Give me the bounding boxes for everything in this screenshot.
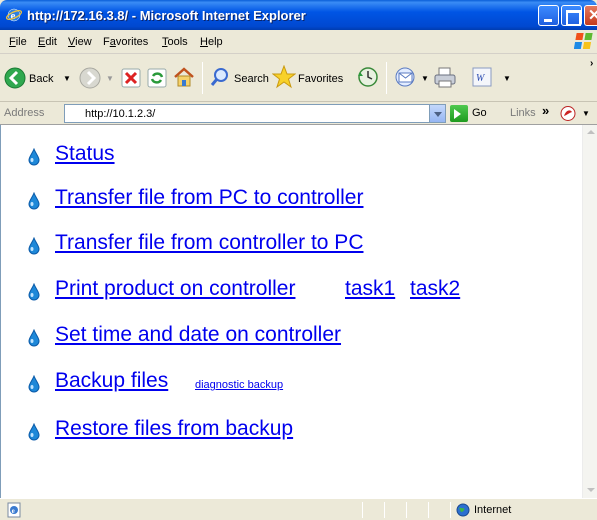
toolbar-separator	[386, 62, 387, 94]
task1-link[interactable]: task1	[345, 277, 395, 301]
favorites-button-label[interactable]: Favorites	[298, 73, 343, 85]
status-divider	[450, 502, 451, 518]
pdf-toolbar-icon[interactable]	[560, 105, 578, 122]
window-title: http://172.16.3.8/ - Microsoft Internet …	[27, 8, 306, 23]
windows-flag-icon	[574, 33, 593, 49]
address-bar: Address http://10.1.2.3/ Go Links » ▼	[0, 102, 597, 125]
print-icon[interactable]	[433, 65, 457, 89]
address-label: Address	[4, 107, 45, 119]
close-button[interactable]	[584, 5, 597, 26]
forward-arrow-icon[interactable]	[79, 67, 101, 89]
task2-link[interactable]: task2	[410, 277, 460, 301]
water-drop-bullet-icon	[28, 423, 40, 441]
menu-view[interactable]: View	[68, 36, 92, 48]
stop-icon[interactable]	[121, 68, 141, 88]
water-drop-bullet-icon	[28, 148, 40, 166]
status-divider	[384, 502, 385, 518]
toolbar-separator	[202, 62, 203, 94]
menu-edit[interactable]: Edit	[38, 36, 57, 48]
mail-icon[interactable]	[394, 66, 418, 88]
minimize-button[interactable]	[538, 5, 559, 26]
back-dropdown-icon[interactable]: ▼	[63, 74, 71, 83]
refresh-icon[interactable]	[147, 68, 167, 88]
menu-help[interactable]: Help	[200, 36, 223, 48]
scroll-up-arrow-icon[interactable]	[583, 125, 597, 140]
mail-dropdown-icon[interactable]: ▼	[421, 74, 429, 83]
links-label[interactable]: Links	[510, 107, 536, 119]
pdf-dropdown-icon[interactable]: ▼	[582, 109, 590, 118]
water-drop-bullet-icon	[28, 375, 40, 393]
edit-word-icon[interactable]: W	[471, 66, 493, 88]
water-drop-bullet-icon	[28, 283, 40, 301]
ie-logo-icon: e	[6, 8, 22, 22]
address-input[interactable]: http://10.1.2.3/	[64, 104, 431, 123]
water-drop-bullet-icon	[28, 192, 40, 210]
page-content: Status Transfer file from PC to controll…	[0, 125, 582, 498]
title-bar[interactable]: e http://172.16.3.8/ - Microsoft Interne…	[0, 0, 597, 30]
forward-dropdown-icon[interactable]: ▼	[106, 74, 114, 83]
vertical-scrollbar[interactable]	[582, 125, 597, 498]
set-time-date-link[interactable]: Set time and date on controller	[55, 323, 341, 347]
menu-bar: File Edit View Favorites Tools Help	[0, 30, 597, 54]
edit-dropdown-icon[interactable]: ▼	[503, 74, 511, 83]
scroll-down-arrow-icon[interactable]	[583, 483, 597, 498]
menu-favorites[interactable]: Favorites	[103, 36, 148, 48]
internet-globe-icon	[456, 503, 470, 517]
security-zone-label: Internet	[474, 504, 512, 516]
standard-toolbar: Back ▼ ▼ Search Favorites ▼ W ▼ ›	[0, 54, 597, 102]
menu-file[interactable]: File	[9, 36, 27, 48]
svg-text:e: e	[12, 507, 15, 515]
back-button-label[interactable]: Back	[29, 73, 53, 85]
back-arrow-icon[interactable]	[4, 67, 26, 89]
links-chevron-icon[interactable]: »	[542, 103, 549, 118]
page-done-icon: e	[7, 502, 21, 518]
history-icon[interactable]	[357, 66, 379, 88]
go-arrow-icon[interactable]	[450, 105, 468, 122]
status-divider	[406, 502, 407, 518]
diagnostic-backup-link[interactable]: diagnostic backup	[195, 379, 283, 391]
toolbar-overflow-chevron-icon[interactable]: ›	[590, 58, 593, 69]
go-button-label[interactable]: Go	[472, 107, 487, 119]
restore-files-link[interactable]: Restore files from backup	[55, 417, 293, 441]
maximize-button[interactable]	[561, 5, 582, 26]
status-link[interactable]: Status	[55, 142, 115, 166]
print-product-link[interactable]: Print product on controller	[55, 277, 295, 301]
status-divider	[362, 502, 363, 518]
water-drop-bullet-icon	[28, 237, 40, 255]
backup-files-link[interactable]: Backup files	[55, 369, 168, 393]
favorites-star-icon[interactable]	[272, 65, 296, 89]
search-button-label[interactable]: Search	[234, 73, 269, 85]
transfer-controller-to-pc-link[interactable]: Transfer file from controller to PC	[55, 231, 363, 255]
water-drop-bullet-icon	[28, 329, 40, 347]
status-bar: e Internet	[0, 498, 597, 520]
address-url: http://10.1.2.3/	[85, 108, 156, 120]
search-icon[interactable]	[209, 66, 231, 88]
status-divider	[428, 502, 429, 518]
home-icon[interactable]	[173, 66, 195, 88]
menu-tools[interactable]: Tools	[162, 36, 188, 48]
transfer-pc-to-controller-link[interactable]: Transfer file from PC to controller	[55, 186, 363, 210]
address-dropdown-button[interactable]	[429, 104, 446, 123]
ie-window: e http://172.16.3.8/ - Microsoft Interne…	[0, 0, 597, 520]
